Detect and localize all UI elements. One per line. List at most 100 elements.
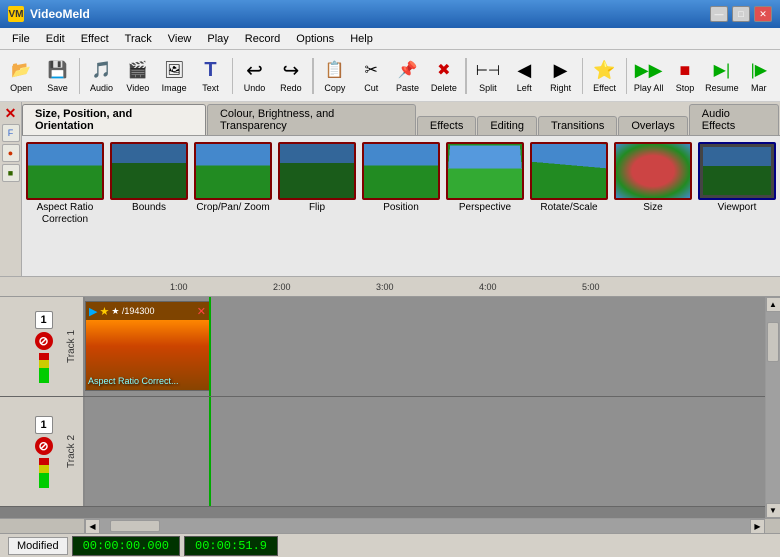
effect-rotate-scale[interactable]: Rotate/Scale	[528, 140, 610, 216]
tab-overlays[interactable]: Overlays	[618, 116, 687, 135]
copy-label: Copy	[324, 83, 345, 93]
effect-crop-pan[interactable]: Crop/Pan/ Zoom	[192, 140, 274, 216]
tab-transitions[interactable]: Transitions	[538, 116, 617, 135]
audio-icon: 🎵	[90, 58, 114, 82]
tab-editing[interactable]: Editing	[477, 116, 537, 135]
effect-viewport[interactable]: Viewport	[696, 140, 778, 216]
effect-label-bounds: Bounds	[132, 202, 166, 214]
open-button[interactable]: 📂 Open	[4, 53, 38, 99]
left-button[interactable]: ◀ Left	[507, 53, 541, 99]
video-icon: 🎬	[126, 58, 150, 82]
h-scroll-track[interactable]	[100, 519, 750, 533]
main-content: ✕ F ● ■ Size, Position, and Orientation …	[0, 102, 780, 533]
track-row-2: 1 ⊘ Track 2	[0, 397, 765, 507]
timeline-tracks: 1 ⊘ Track 1	[0, 297, 765, 518]
clip-star: ★	[99, 305, 109, 318]
effects-close-button[interactable]: ✕	[5, 105, 17, 122]
effect-label-perspective: Perspective	[459, 202, 511, 214]
effect-perspective[interactable]: Perspective	[444, 140, 526, 216]
status-bar: Modified 00:00:00.000 00:00:51.9	[0, 533, 780, 557]
effect-flip[interactable]: Flip	[276, 140, 358, 216]
h-scroll-corner	[0, 519, 85, 533]
save-icon: 💾	[45, 58, 69, 82]
menu-options[interactable]: Options	[288, 31, 342, 47]
right-label: Right	[550, 83, 571, 93]
stop-button[interactable]: ■ Stop	[668, 53, 702, 99]
h-scroll-thumb[interactable]	[110, 520, 160, 532]
split-button[interactable]: ⊢⊣ Split	[471, 53, 505, 99]
menu-help[interactable]: Help	[342, 31, 381, 47]
strip-btn-2[interactable]: ●	[2, 144, 20, 162]
h-scrollbar[interactable]: ◀ ▶	[0, 518, 780, 533]
play-indicator: ▶	[89, 305, 97, 318]
h-scroll-right-button[interactable]: ▶	[750, 519, 765, 534]
resume-button[interactable]: ▶| Resume	[704, 53, 740, 99]
maximize-button[interactable]: □	[732, 6, 750, 22]
strip-btn-1[interactable]: F	[2, 124, 20, 142]
tabs-bar: Size, Position, and Orientation Colour, …	[22, 102, 780, 136]
image-icon: 🖼	[162, 58, 186, 82]
effect-label-aspect-ratio: Aspect Ratio Correction	[26, 202, 104, 226]
clip-block-1[interactable]: ▶ ★ ★ /194300 ✕ Aspect Ratio Correct...	[85, 301, 210, 391]
paste-button[interactable]: 📌 Paste	[390, 53, 424, 99]
cut-button[interactable]: ✂ Cut	[354, 53, 388, 99]
scroll-track[interactable]	[766, 312, 780, 503]
h-scroll-left-button[interactable]: ◀	[85, 519, 100, 534]
tab-colour[interactable]: Colour, Brightness, and Transparency	[207, 104, 416, 135]
right-button[interactable]: ▶ Right	[543, 53, 577, 99]
stop-icon: ■	[673, 58, 697, 82]
copy-button[interactable]: 📋 Copy	[318, 53, 352, 99]
strip-btn-3[interactable]: ■	[2, 164, 20, 182]
effect-bounds[interactable]: Bounds	[108, 140, 190, 216]
effect-size[interactable]: Size	[612, 140, 694, 216]
track-content-1[interactable]: ▶ ★ ★ /194300 ✕ Aspect Ratio Correct...	[85, 297, 765, 396]
video-button[interactable]: 🎬 Video	[121, 53, 155, 99]
menu-edit[interactable]: Edit	[38, 31, 73, 47]
open-label: Open	[10, 83, 32, 93]
paste-icon: 📌	[396, 58, 420, 82]
menu-view[interactable]: View	[160, 31, 200, 47]
close-button[interactable]: ✕	[754, 6, 772, 22]
scroll-thumb[interactable]	[767, 322, 779, 362]
effects-left-strip: ✕ F ● ■	[0, 102, 22, 276]
scroll-down-button[interactable]: ▼	[766, 503, 780, 518]
playhead	[209, 297, 211, 396]
save-button[interactable]: 💾 Save	[40, 53, 74, 99]
play-all-button[interactable]: ▶▶ Play All	[631, 53, 665, 99]
tab-size-position[interactable]: Size, Position, and Orientation	[22, 104, 206, 135]
tab-effects[interactable]: Effects	[417, 116, 476, 135]
menu-effect[interactable]: Effect	[73, 31, 117, 47]
video-label: Video	[126, 83, 149, 93]
effect-aspect-ratio[interactable]: Aspect Ratio Correction	[24, 140, 106, 228]
mar-button[interactable]: |▶ Mar	[742, 53, 776, 99]
menu-record[interactable]: Record	[237, 31, 288, 47]
play-all-label: Play All	[634, 83, 664, 93]
undo-button[interactable]: ↩ Undo	[237, 53, 271, 99]
v-scrollbar[interactable]: ▲ ▼	[765, 297, 780, 518]
tab-audio-effects[interactable]: Audio Effects	[689, 104, 779, 135]
save-label: Save	[47, 83, 68, 93]
effect-thumb-position	[362, 142, 440, 200]
scroll-up-button[interactable]: ▲	[766, 297, 780, 312]
audio-button[interactable]: 🎵 Audio	[84, 53, 118, 99]
text-button[interactable]: T Text	[193, 53, 227, 99]
track-content-2[interactable]	[85, 397, 765, 506]
menu-file[interactable]: File	[4, 31, 38, 47]
menu-play[interactable]: Play	[199, 31, 236, 47]
track-num-2: 1	[35, 416, 53, 434]
delete-button[interactable]: ✖ Delete	[427, 53, 461, 99]
effect-label-flip: Flip	[309, 202, 325, 214]
undo-icon: ↩	[243, 58, 267, 82]
image-button[interactable]: 🖼 Image	[157, 53, 191, 99]
menu-track[interactable]: Track	[117, 31, 160, 47]
effect-position[interactable]: Position	[360, 140, 442, 216]
effect-button[interactable]: ⭐ Effect	[587, 53, 621, 99]
cut-icon: ✂	[359, 58, 383, 82]
clip-close-button[interactable]: ✕	[197, 305, 206, 318]
minimize-button[interactable]: —	[710, 6, 728, 22]
effect-label-rotate: Rotate/Scale	[540, 202, 597, 214]
redo-button[interactable]: ↪ Redo	[274, 53, 308, 99]
open-icon: 📂	[9, 58, 33, 82]
toolbar: 📂 Open 💾 Save 🎵 Audio 🎬 Video 🖼 Image T …	[0, 50, 780, 102]
tracks-and-scrollbar: 1 ⊘ Track 1	[0, 297, 780, 518]
